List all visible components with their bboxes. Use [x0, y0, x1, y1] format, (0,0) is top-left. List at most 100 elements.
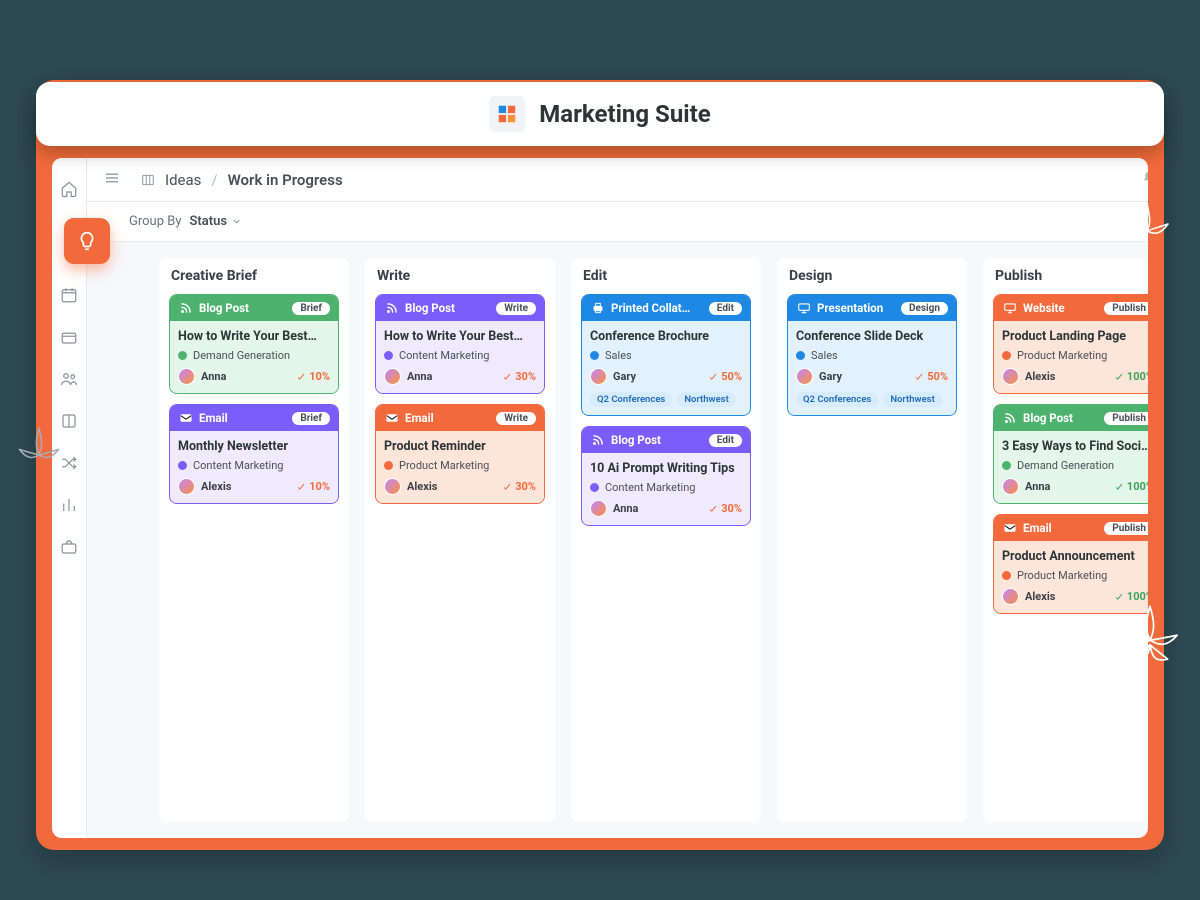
board-column: Edit Printed Collat… EditConference Broc… [571, 258, 761, 822]
card-category: Content Marketing [384, 349, 536, 362]
card-title: How to Write Your Best… [384, 329, 536, 344]
card-type-label: Blog Post [611, 433, 703, 447]
card-type-label: Printed Collat… [611, 301, 703, 315]
category-dot-icon [1002, 571, 1011, 580]
card-body: Conference Slide Deck Sales Gary 50%Q2 C… [788, 321, 956, 415]
kanban-card[interactable]: Blog Post BriefHow to Write Your Best… D… [169, 294, 339, 394]
card-header: Website Publish [994, 295, 1148, 321]
progress-percent: 100% [1114, 370, 1148, 383]
card-body: Conference Brochure Sales Gary 50%Q2 Con… [582, 321, 750, 415]
kanban-card[interactable]: Presentation DesignConference Slide Deck… [787, 294, 957, 416]
card-tags: Q2 Conferences Northwest [590, 392, 742, 407]
card-header: Printed Collat… Edit [582, 295, 750, 321]
category-dot-icon [1002, 461, 1011, 470]
tag-chip[interactable]: Northwest [883, 392, 941, 407]
category-label: Content Marketing [193, 459, 283, 472]
doodle-icon [1112, 196, 1182, 266]
kanban-card[interactable]: Blog Post WriteHow to Write Your Best… C… [375, 294, 545, 394]
chevron-down-icon [231, 216, 242, 227]
breadcrumb-separator: / [211, 171, 217, 189]
category-label: Content Marketing [399, 349, 489, 362]
stage-pill: Publish [1104, 302, 1148, 315]
category-dot-icon [590, 351, 599, 360]
card-header: Email Publish [994, 515, 1148, 541]
assignee-name: Anna [407, 370, 432, 383]
kanban-card[interactable]: Printed Collat… EditConference Brochure … [581, 294, 751, 416]
card-body: 10 Ai Prompt Writing Tips Content Market… [582, 453, 750, 525]
rss-icon [1002, 411, 1017, 426]
card-header: Blog Post Edit [582, 427, 750, 453]
card-title: Product Landing Page [1002, 329, 1148, 344]
stage-pill: Brief [292, 412, 330, 425]
card-footer: Gary 50% [796, 368, 948, 385]
assignee-name: Anna [613, 502, 638, 515]
group-by-value: Status [190, 214, 228, 229]
people-icon[interactable] [52, 362, 86, 396]
board-column: Write Blog Post WriteHow to Write Your B… [365, 258, 555, 822]
avatar [1002, 368, 1019, 385]
card-category: Product Marketing [384, 459, 536, 472]
monitor-icon [1002, 301, 1017, 316]
stage-pill: Brief [292, 302, 330, 315]
stage-pill: Publish [1104, 412, 1148, 425]
box-icon[interactable] [52, 320, 86, 354]
card-footer: Alexis 30% [384, 478, 536, 495]
kanban-card[interactable]: Email PublishProduct Announcement Produc… [993, 514, 1148, 614]
card-category: Sales [590, 349, 742, 362]
briefcase-icon[interactable] [52, 530, 86, 564]
kanban-card[interactable]: Email WriteProduct Reminder Product Mark… [375, 404, 545, 504]
home-icon[interactable] [52, 172, 86, 206]
avatar [796, 368, 813, 385]
ideas-nav-active-icon[interactable] [64, 218, 110, 264]
card-title: Conference Slide Deck [796, 329, 948, 344]
progress-percent: 10% [296, 370, 330, 383]
stage-pill: Publish [1104, 522, 1148, 535]
breadcrumb-root[interactable]: Ideas [165, 171, 201, 189]
tag-chip[interactable]: Q2 Conferences [590, 392, 672, 407]
card-footer: Alexis 100% [1002, 368, 1148, 385]
progress-percent: 30% [502, 480, 536, 493]
avatar [1002, 588, 1019, 605]
tag-chip[interactable]: Q2 Conferences [796, 392, 878, 407]
board-column: Design Presentation DesignConference Sli… [777, 258, 967, 822]
menu-icon[interactable] [103, 169, 121, 191]
stage-pill: Design [901, 302, 948, 315]
category-label: Demand Generation [193, 349, 290, 362]
card-category: Demand Generation [178, 349, 330, 362]
stage-pill: Edit [709, 302, 742, 315]
tag-chip[interactable]: Northwest [677, 392, 735, 407]
breadcrumb[interactable]: Ideas / Work in Progress [141, 171, 343, 189]
category-dot-icon [796, 351, 805, 360]
category-label: Content Marketing [605, 481, 695, 494]
card-header: Blog Post Brief [170, 295, 338, 321]
mail-icon [1002, 521, 1017, 536]
category-label: Product Marketing [1017, 569, 1107, 582]
group-by-selector[interactable]: Status [190, 214, 243, 229]
kanban-card[interactable]: Website PublishProduct Landing Page Prod… [993, 294, 1148, 394]
analytics-icon[interactable] [52, 488, 86, 522]
board-column: Creative Brief Blog Post BriefHow to Wri… [159, 258, 349, 822]
group-by-bar: Group By Status [87, 202, 1148, 242]
assignee-name: Alexis [1025, 370, 1055, 383]
card-body: How to Write Your Best… Demand Generatio… [170, 321, 338, 393]
card-category: Product Marketing [1002, 569, 1148, 582]
app-title: Marketing Suite [539, 100, 710, 128]
progress-percent: 30% [502, 370, 536, 383]
kanban-card[interactable]: Blog Post Publish 3 Easy Ways to Find Soc… [993, 404, 1148, 504]
doodle-icon [4, 420, 74, 490]
progress-percent: 50% [914, 370, 948, 383]
kanban-card[interactable]: Blog Post Edit10 Ai Prompt Writing Tips … [581, 426, 751, 526]
kanban-card[interactable]: Email BriefMonthly Newsletter Content Ma… [169, 404, 339, 504]
calendar-icon[interactable] [52, 278, 86, 312]
category-dot-icon [384, 351, 393, 360]
card-type-label: Blog Post [1023, 411, 1098, 425]
topbar: Ideas / Work in Progress [87, 158, 1148, 202]
card-title: 10 Ai Prompt Writing Tips [590, 461, 742, 476]
progress-percent: 100% [1114, 480, 1148, 493]
card-tags: Q2 Conferences Northwest [796, 392, 948, 407]
card-category: Content Marketing [178, 459, 330, 472]
notifications-icon[interactable] [1141, 170, 1148, 190]
card-title: Product Reminder [384, 439, 536, 454]
card-body: 3 Easy Ways to Find Social… Demand Gener… [994, 431, 1148, 503]
assignee-name: Gary [613, 370, 636, 383]
